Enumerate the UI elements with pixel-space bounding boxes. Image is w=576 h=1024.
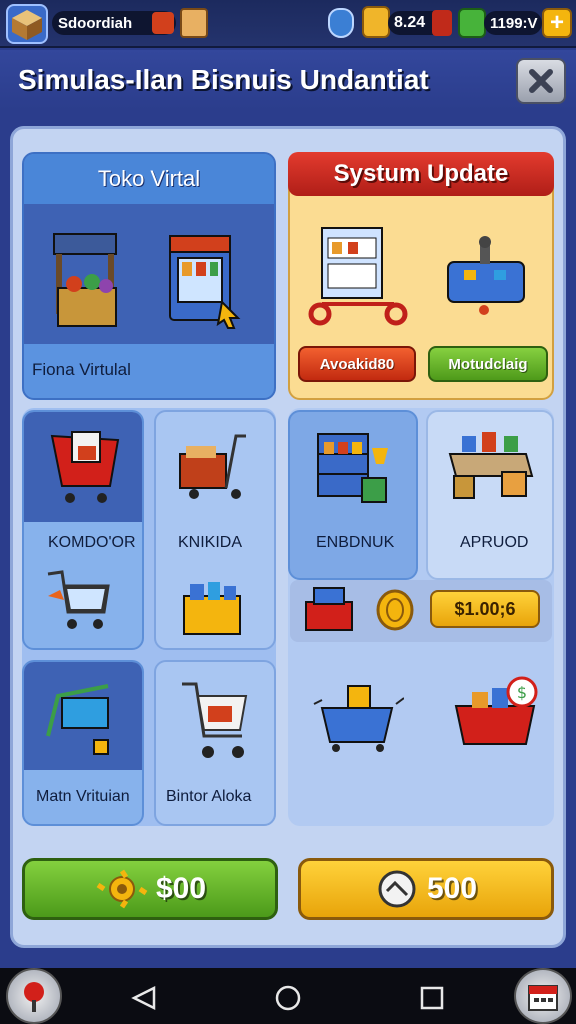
pin-button[interactable] [6, 968, 62, 1024]
shopping-cart-red-icon [182, 682, 248, 758]
close-button[interactable] [516, 58, 566, 104]
coin-bag-icon [378, 870, 416, 908]
profile-avatar[interactable] [6, 4, 48, 44]
flag-icon [152, 12, 174, 34]
basket-red-icon: $ [454, 676, 538, 745]
update-header-text: Systum Update [333, 160, 509, 187]
toko-header: Toko Virtal [24, 154, 274, 204]
buy-green-label: $00 [155, 872, 207, 905]
update-header: Systum Update [288, 152, 554, 196]
box-red-icon [305, 587, 353, 631]
coin-icon [376, 589, 414, 631]
shopping-cart-icon [47, 570, 110, 629]
gems-count: 8.24 [394, 14, 426, 31]
price-button[interactable]: $1.00;6 [430, 590, 540, 628]
back-icon[interactable] [130, 984, 158, 1012]
cash-count: 1199:V [490, 14, 538, 32]
toko-label: Fiona Virtulal [32, 360, 131, 379]
home-icon[interactable] [274, 984, 302, 1012]
knikida-label: KNIKIDA [178, 534, 243, 551]
crate-icon [180, 8, 208, 38]
cash-icon [458, 8, 486, 38]
plus-icon: + [549, 9, 564, 36]
buy-yellow-label: 500 [426, 872, 478, 905]
cart-icon [50, 431, 120, 503]
close-icon [529, 69, 553, 93]
matn-label: Matn Vrituian [36, 788, 130, 805]
shop-stall-icon [53, 233, 117, 327]
chest-icon [362, 6, 390, 38]
resource-bar: Sdoordiah 8.24 1199:V + [0, 0, 576, 48]
shield-icon[interactable] [328, 8, 354, 38]
price-text: $1.00;6 [454, 598, 516, 619]
player-name: Sdoordiah [58, 14, 133, 32]
fridge-cart-icon [308, 227, 408, 326]
calendar-button[interactable] [514, 968, 572, 1024]
buy-yellow-button[interactable]: 500 [298, 858, 554, 920]
machine-icon [447, 236, 525, 315]
recent-apps-icon[interactable] [418, 984, 446, 1012]
bintor-label: Bintor Aloka [166, 788, 252, 805]
vending-machine-icon [169, 235, 241, 329]
update-left-button[interactable]: Avoakid80 [298, 346, 416, 382]
crates-icon [448, 432, 534, 499]
buy-green-button[interactable]: $00 [22, 858, 278, 920]
trolley-icon [179, 434, 246, 499]
update-right-button[interactable]: Motudclaig [428, 346, 548, 382]
gem-icon [432, 10, 452, 36]
page-title: Simulas-Ilan Bisnuis Undantiat [18, 64, 429, 95]
basket-blue-icon [313, 685, 404, 752]
pin-icon [24, 982, 44, 1012]
gear-icon [96, 869, 148, 909]
enbdnuk-label: ENBDNUK [316, 534, 395, 551]
title-bar: Simulas-Ilan Bisnuis Undantiat [0, 50, 576, 110]
shelf-icon [317, 433, 388, 503]
cash-pill: 1199:V [484, 9, 542, 37]
frame-cart-icon [46, 684, 109, 755]
svg-text:$: $ [517, 683, 527, 702]
add-cash-button[interactable]: + [542, 8, 572, 38]
box-icon [12, 10, 42, 40]
apruod-label: APRUOD [460, 534, 529, 551]
box-items-icon [183, 582, 241, 635]
komdor-label: KOMDO'OR [48, 534, 136, 551]
calendar-icon [528, 985, 558, 1011]
